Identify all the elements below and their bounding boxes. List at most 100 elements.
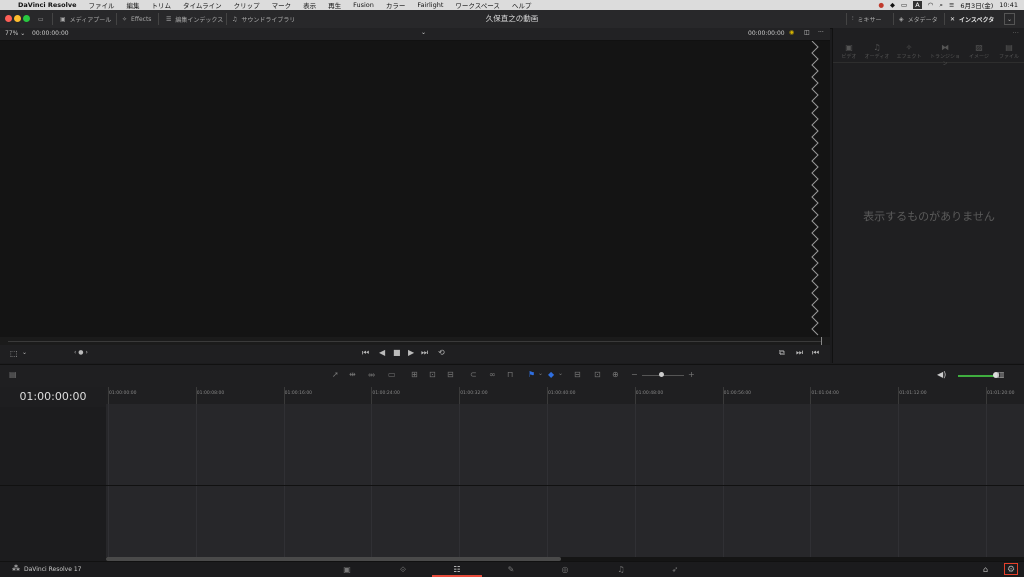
app-menu[interactable]: DaVinci Resolve [12, 1, 83, 9]
menu-workspace[interactable]: ワークスペース [449, 0, 506, 10]
video-viewer[interactable] [0, 41, 830, 337]
menu-fusion[interactable]: Fusion [347, 1, 380, 9]
zoom-custom-icon[interactable]: ⊕ [612, 370, 619, 379]
page-fusion-button[interactable]: ✎ [486, 562, 536, 577]
inspector-more-icon[interactable]: ··· [1012, 29, 1019, 37]
metadata-button[interactable]: ◈ メタデータ [899, 10, 938, 28]
marker-icon[interactable]: ◆ [548, 370, 554, 379]
zoom-full-icon[interactable]: ⊟ [574, 370, 581, 379]
menu-color[interactable]: カラー [380, 0, 412, 10]
chevron-down-icon[interactable]: ⌄ [558, 370, 563, 377]
chevron-down-icon[interactable]: ⌄ [538, 370, 543, 377]
timeline-toolbar: ▤ ➚ ⇹ ⤄ ▭ ⊞ ⊡ ⊟ ⊂ ∞ ⊓ ⚑ ⌄ ◆ ⌄ ⊟ ⊡ ⊕ − + … [0, 364, 1024, 388]
chevron-down-icon[interactable]: ⌄ [22, 349, 27, 356]
play-reverse-button[interactable]: ◀ [379, 348, 385, 357]
flag-icon[interactable]: ⚑ [528, 370, 535, 379]
zoom-in-icon[interactable]: + [688, 370, 695, 379]
menu-mark[interactable]: マーク [266, 0, 298, 10]
timeline-timecode[interactable]: 01:00:00:00 [0, 387, 107, 407]
dual-viewer-icon[interactable]: ◫ [804, 29, 810, 36]
display-icon[interactable]: ▭ [901, 1, 907, 9]
zoom-dropdown[interactable]: 77% ⌄ [5, 30, 25, 37]
menu-playback[interactable]: 再生 [322, 0, 347, 10]
mixer-label: ミキサー [857, 16, 882, 24]
input-source-icon[interactable]: A [913, 1, 922, 9]
record-icon[interactable]: ● [878, 1, 884, 9]
page-edit-button[interactable]: ☷ [432, 562, 482, 577]
overwrite-clip-icon[interactable]: ⊡ [429, 370, 436, 379]
ruler-label: 01:01:12:00 [899, 391, 927, 396]
menubar-time[interactable]: 10:41 [999, 1, 1018, 9]
replace-clip-icon[interactable]: ⊟ [447, 370, 454, 379]
play-button[interactable]: ▶ [408, 348, 414, 357]
trim-tool-icon[interactable]: ⇹ [349, 370, 356, 379]
home-icon[interactable]: ⌂ [983, 565, 988, 574]
viewer-edge-zigzag [811, 41, 819, 336]
page-media-button[interactable]: ▣ [322, 562, 372, 577]
menu-edit[interactable]: 編集 [121, 0, 146, 10]
stop-button[interactable]: ■ [393, 348, 401, 357]
link-icon[interactable]: ∞ [489, 370, 496, 379]
tab-audio[interactable]: ♫ オーディオ [861, 40, 893, 62]
viewer-more-icon[interactable]: ··· [818, 29, 824, 36]
ruler-label: 01:01:20:00 [987, 391, 1015, 396]
menubar-date[interactable]: 6月3日(金) [960, 0, 993, 10]
timeline-tracks[interactable] [106, 404, 1024, 557]
menu-view[interactable]: 表示 [297, 0, 322, 10]
menu-trim[interactable]: トリム [146, 0, 178, 10]
transport-controls: ⬚ ⌄ ‹ ● › ⏮ ◀ ■ ▶ ⏭ ⟲ ⧉ ⏭ ⏮ [0, 345, 830, 363]
shield-icon[interactable]: ◆ [890, 1, 895, 9]
settings-gear-button[interactable]: ⚙ [1004, 563, 1018, 575]
go-to-start-button[interactable]: ⏮ [362, 348, 369, 358]
volume-icon[interactable]: ◀) [937, 370, 946, 379]
volume-slider[interactable] [958, 375, 998, 377]
inspector-label: インスペクタ [959, 16, 995, 24]
mixer-button[interactable]: ⫶ ミキサー [852, 10, 882, 28]
clip-navigation[interactable]: ‹ ● › [74, 349, 88, 356]
tab-file[interactable]: ▤ ファイル [993, 40, 1024, 62]
menu-fairlight[interactable]: Fairlight [411, 1, 449, 9]
audio-meter-icon[interactable]: ▥ [997, 370, 1005, 379]
menu-clip[interactable]: クリップ [228, 0, 266, 10]
dynamic-trim-icon[interactable]: ⤄ [368, 370, 375, 380]
wifi-icon[interactable]: ◠ [928, 1, 934, 9]
zoom-detail-icon[interactable]: ⊡ [594, 370, 601, 379]
timeline-view-options-icon[interactable]: ▤ [9, 370, 17, 379]
tab-transition[interactable]: ⧓ トランジション [929, 40, 961, 67]
playhead-options-icon[interactable]: ◉ [789, 29, 794, 36]
go-to-end-button[interactable]: ⏭ [421, 348, 428, 358]
viewer-scrubber[interactable] [0, 337, 830, 345]
track-grid-line [898, 404, 900, 557]
match-frame-icon[interactable]: ⧉ [779, 348, 785, 358]
tab-effects[interactable]: ✧ エフェクト [893, 40, 925, 62]
page-deliver-button[interactable]: ➶ [650, 562, 700, 577]
menu-file[interactable]: ファイル [83, 0, 121, 10]
inspector-button[interactable]: ✕ インスペクタ [950, 10, 994, 28]
color-page-icon: ◎ [561, 565, 569, 574]
tab-image[interactable]: ▨ イメージ [963, 40, 995, 62]
timeline-ruler[interactable]: 01:00:00:00 01:00:08:00 01:00:16:00 01:00:2… [106, 387, 1024, 405]
blade-tool-icon[interactable]: ▭ [388, 370, 396, 379]
viewer-options-dropdown[interactable]: ⌄ [421, 29, 426, 36]
snapping-icon[interactable]: ⊂ [470, 370, 477, 379]
page-fairlight-button[interactable]: ♫ [596, 562, 646, 577]
control-center-icon[interactable]: ≡ [949, 1, 954, 9]
page-cut-button[interactable]: ⟐ [378, 562, 428, 577]
loop-button[interactable]: ⟲ [438, 348, 445, 357]
zoom-out-icon[interactable]: − [631, 370, 638, 379]
lock-icon[interactable]: ⊓ [507, 370, 513, 379]
search-icon[interactable]: ⌕ [939, 1, 943, 10]
edit-page-icon: ☷ [453, 565, 461, 574]
expand-panel-button[interactable]: ⌄ [1004, 13, 1016, 25]
next-edit-icon[interactable]: ⏭ [796, 348, 803, 358]
menu-help[interactable]: ヘルプ [506, 0, 538, 10]
menu-timeline[interactable]: タイムライン [177, 0, 228, 10]
track-grid-line [283, 404, 285, 557]
selection-tool-icon[interactable]: ➚ [332, 370, 339, 379]
ruler-label: 01:01:04:00 [811, 391, 839, 396]
transform-tool-icon[interactable]: ⬚ [10, 349, 18, 358]
insert-clip-icon[interactable]: ⊞ [411, 370, 418, 379]
prev-edit-icon[interactable]: ⏮ [812, 348, 819, 358]
zoom-slider-knob[interactable] [659, 372, 664, 377]
page-color-button[interactable]: ◎ [540, 562, 590, 577]
